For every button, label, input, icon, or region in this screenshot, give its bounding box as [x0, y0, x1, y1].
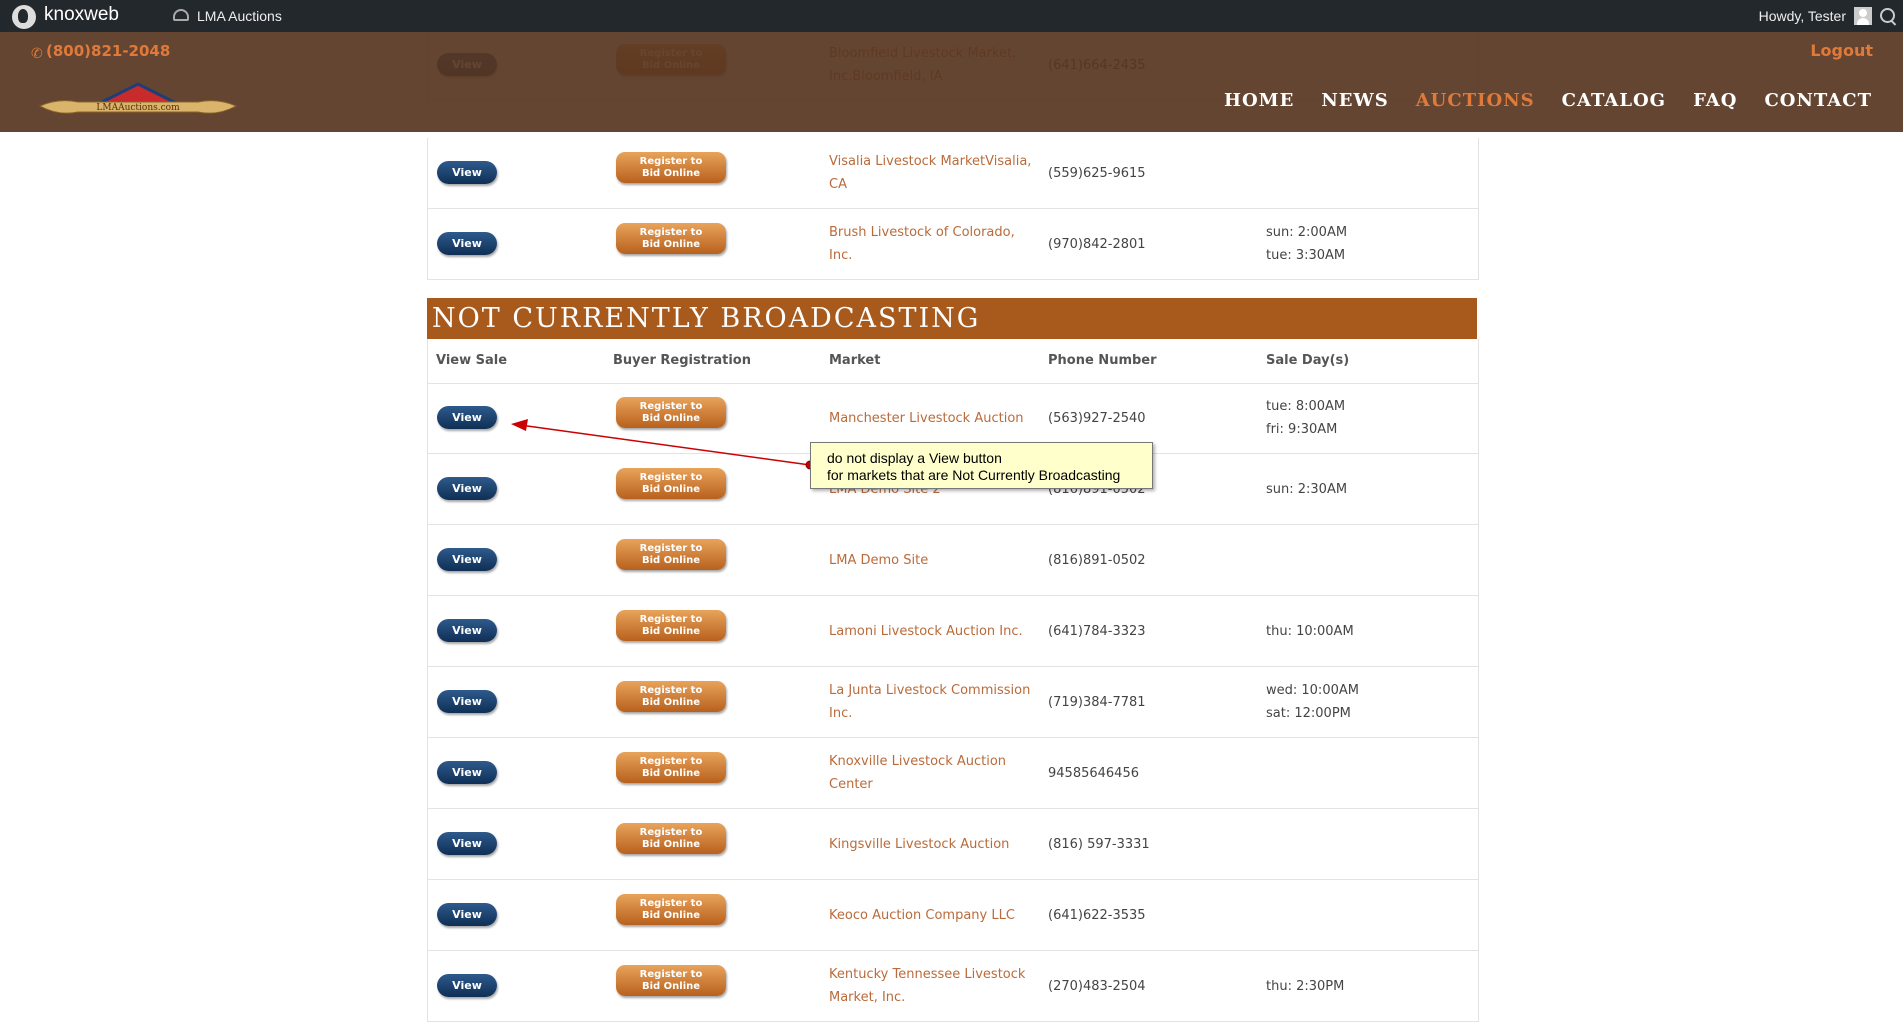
annotation-arrow: [511, 419, 815, 470]
annotation-line-1: do not display a View button: [827, 450, 1002, 466]
annotation-line-2: for markets that are Not Currently Broad…: [827, 467, 1121, 483]
annotation-note: do not display a View button for markets…: [810, 442, 1153, 489]
